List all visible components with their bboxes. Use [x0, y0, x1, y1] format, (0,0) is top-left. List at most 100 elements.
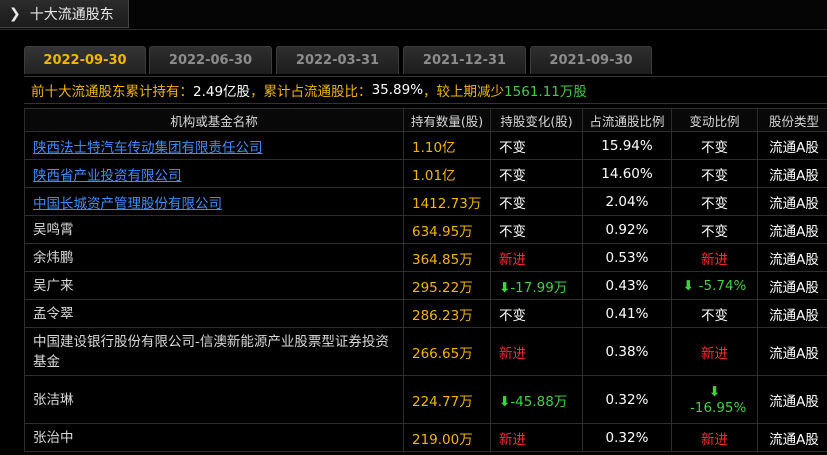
table-row[interactable]: 张治中 219.00万 新进 0.32% 新进 流通A股	[24, 423, 827, 452]
cell-ratio: 0.32%	[582, 423, 672, 452]
summary-label-ratio: ，累计占流通股比：	[250, 84, 372, 100]
cell-share-type: 流通A股	[757, 131, 827, 160]
cell-holder-name: 陕西法士特汽车传动集团有限责任公司	[24, 131, 404, 160]
cell-change-ratio: ⬇ -5.74%	[671, 271, 758, 300]
cell-change-ratio: 不变	[671, 215, 758, 244]
cell-change: 不变	[490, 159, 583, 188]
change-value: -45.88万	[510, 393, 568, 410]
column-header-change[interactable]: 持股变化(股)	[490, 108, 583, 132]
change-value: 新进	[499, 431, 526, 448]
cell-ratio: 15.94%	[582, 131, 672, 160]
cell-change: 新进	[490, 327, 583, 376]
cell-share-type: 流通A股	[757, 271, 827, 300]
cell-share-type: 流通A股	[757, 187, 827, 216]
change-ratio-value: -5.74%	[698, 277, 747, 294]
cell-amount: 1.10亿	[403, 131, 491, 160]
cell-change-ratio: 不变	[671, 187, 758, 216]
cell-change: 新进	[490, 423, 583, 452]
holder-name: 张洁琳	[33, 391, 74, 408]
cell-share-type: 流通A股	[757, 327, 827, 376]
table-row[interactable]: 中国长城资产管理股份有限公司 1412.73万 不变 2.04% 不变 流通A股	[24, 187, 827, 216]
tab-2022-06-30[interactable]: 2022-06-30	[149, 46, 272, 74]
summary-ratio-value: 35.89%	[371, 82, 424, 98]
tab-2021-09-30[interactable]: 2021-09-30	[530, 46, 652, 74]
cell-holder-name: 张治中	[24, 423, 404, 452]
cell-amount: 266.65万	[403, 327, 491, 376]
chevron-right-icon[interactable]: ❯	[9, 6, 21, 22]
table-row[interactable]: 陕西省产业投资有限公司 1.01亿 不变 14.60% 不变 流通A股	[24, 159, 827, 188]
tab-2021-12-31[interactable]: 2021-12-31	[403, 46, 526, 74]
cell-share-type: 流通A股	[757, 375, 827, 424]
table-row[interactable]: 吴广来 295.22万 ⬇-17.99万 0.43% ⬇ -5.74% 流通A股	[24, 271, 827, 300]
tab-2022-09-30[interactable]: 2022-09-30	[24, 46, 146, 74]
change-value: 不变	[499, 195, 526, 212]
column-header-share-type[interactable]: 股份类型	[757, 108, 827, 132]
cell-holder-name: 孟令翠	[24, 299, 404, 328]
holder-name: 吴鸣霄	[33, 221, 74, 238]
column-header-change-ratio[interactable]: 变动比例	[671, 108, 758, 132]
holder-name-link[interactable]: 陕西省产业投资有限公司	[33, 168, 182, 184]
cell-amount: 1.01亿	[403, 159, 491, 188]
summary-label-total-held: 前十大流通股东累计持有：	[31, 84, 193, 100]
change-ratio-value: -16.95%	[690, 399, 747, 416]
cell-change-ratio: 不变	[671, 159, 758, 188]
column-header-amount[interactable]: 持有数量(股)	[403, 108, 491, 132]
table-row[interactable]: 余炜鹏 364.85万 新进 0.53% 新进 流通A股	[24, 243, 827, 272]
panel-title-tab[interactable]: ❯ 十大流通股东	[0, 0, 129, 28]
cell-amount: 219.00万	[403, 423, 491, 452]
cell-change-ratio: 新进	[671, 423, 758, 452]
table-row[interactable]: 张洁琳 224.77万 ⬇-45.88万 0.32% ⬇ -16.95% 流通A股	[24, 375, 827, 424]
cell-share-type: 流通A股	[757, 299, 827, 328]
cell-ratio: 0.53%	[582, 243, 672, 272]
change-value: 不变	[499, 307, 526, 324]
cell-change: 不变	[490, 131, 583, 160]
arrow-down-icon: ⬇	[682, 277, 699, 294]
cell-change: 新进	[490, 243, 583, 272]
table-row[interactable]: 吴鸣霄 634.95万 不变 0.92% 不变 流通A股	[24, 215, 827, 244]
cell-ratio: 0.41%	[582, 299, 672, 328]
change-ratio-value: 新进	[701, 251, 728, 268]
column-header-ratio[interactable]: 占流通股比例	[582, 108, 672, 132]
change-ratio-value: 新进	[701, 345, 728, 362]
change-value: 新进	[499, 251, 526, 268]
cell-amount: 224.77万	[403, 375, 491, 424]
table-header-row: 机构或基金名称 持有数量(股) 持股变化(股) 占流通股比例 变动比例 股份类型	[24, 108, 827, 132]
cell-share-type: 流通A股	[757, 159, 827, 188]
arrow-down-icon: ⬇	[499, 279, 511, 296]
summary-label-change: ，较上期减少	[423, 84, 505, 100]
holder-name: 吴广来	[33, 277, 74, 294]
cell-change-ratio: 不变	[671, 131, 758, 160]
column-header-name[interactable]: 机构或基金名称	[24, 108, 404, 132]
table-row[interactable]: 孟令翠 286.23万 不变 0.41% 不变 流通A股	[24, 299, 827, 328]
cell-amount: 634.95万	[403, 215, 491, 244]
cell-holder-name: 陕西省产业投资有限公司	[24, 159, 404, 188]
table-body: 陕西法士特汽车传动集团有限责任公司 1.10亿 不变 15.94% 不变 流通A股 陕西省产…	[24, 131, 827, 452]
cell-share-type: 流通A股	[757, 215, 827, 244]
summary-change-value: 1561.11万股	[504, 84, 587, 100]
change-value: 不变	[499, 223, 526, 240]
holder-name-link[interactable]: 陕西法士特汽车传动集团有限责任公司	[33, 140, 263, 156]
cell-holder-name: 吴鸣霄	[24, 215, 404, 244]
cell-change: 不变	[490, 215, 583, 244]
cell-share-type: 流通A股	[757, 423, 827, 452]
cell-change: 不变	[490, 299, 583, 328]
tab-2022-03-31[interactable]: 2022-03-31	[276, 46, 399, 74]
table-row[interactable]: 中国建设银行股份有限公司-信澳新能源产业股票型证券投资基金 266.65万 新进 0.…	[24, 327, 827, 376]
summary-total-held-value: 2.49亿股	[193, 84, 251, 100]
cell-change: ⬇-45.88万	[490, 375, 583, 424]
change-ratio-value: 不变	[701, 223, 728, 240]
cell-ratio: 0.92%	[582, 215, 672, 244]
change-ratio-value: 不变	[701, 167, 728, 184]
arrow-down-icon: ⬇	[708, 383, 721, 400]
cell-ratio: 2.04%	[582, 187, 672, 216]
holder-name-link[interactable]: 中国长城资产管理股份有限公司	[33, 196, 222, 212]
cell-change-ratio: 新进	[671, 243, 758, 272]
cell-change-ratio: 新进	[671, 327, 758, 376]
cell-change: 不变	[490, 187, 583, 216]
cell-holder-name: 余炜鹏	[24, 243, 404, 272]
change-ratio-value: 新进	[701, 431, 728, 448]
cell-holder-name: 中国建设银行股份有限公司-信澳新能源产业股票型证券投资基金	[24, 327, 404, 376]
change-value: 不变	[499, 139, 526, 156]
table-row[interactable]: 陕西法士特汽车传动集团有限责任公司 1.10亿 不变 15.94% 不变 流通A股	[24, 131, 827, 160]
holder-name: 孟令翠	[33, 305, 74, 322]
